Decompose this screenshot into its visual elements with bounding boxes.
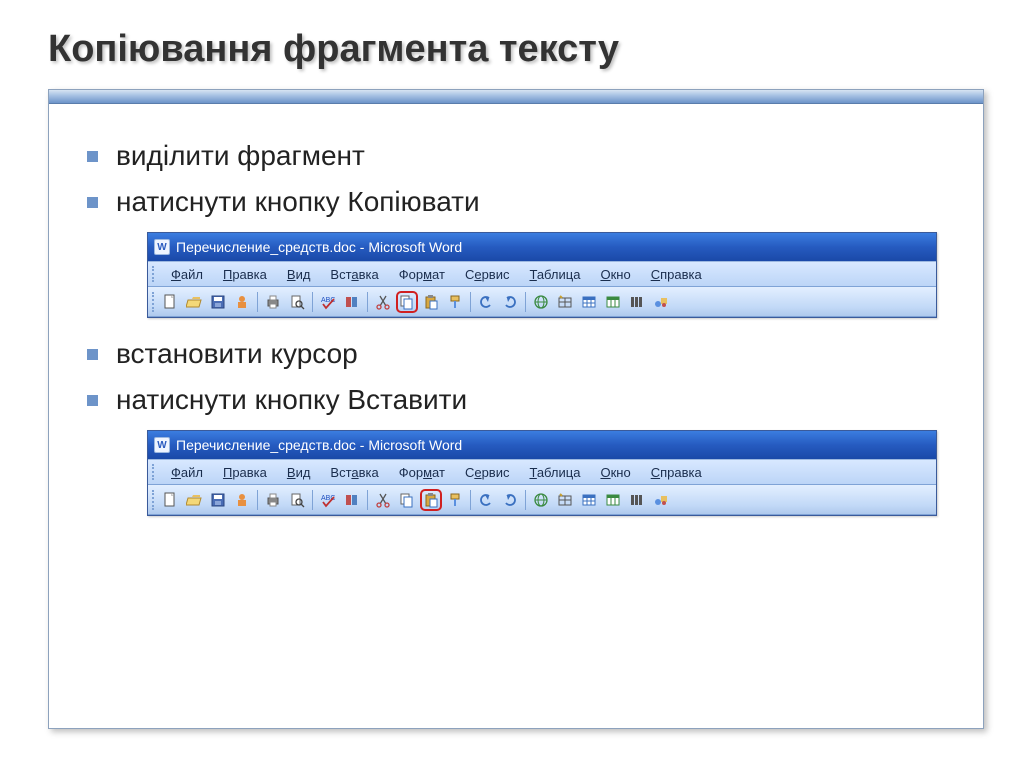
separator <box>312 490 313 510</box>
menu-edit[interactable]: Правка <box>213 463 277 482</box>
excel-icon[interactable] <box>602 489 624 511</box>
save-icon[interactable] <box>207 291 229 313</box>
bullet-item: натиснути кнопку Вставити <box>87 384 965 416</box>
preview-icon[interactable] <box>286 489 308 511</box>
bullet-item: виділити фрагмент <box>87 140 965 172</box>
print-icon[interactable] <box>262 291 284 313</box>
research-icon[interactable] <box>341 489 363 511</box>
menu-window[interactable]: Окно <box>590 463 640 482</box>
standard-toolbar: ABC <box>148 485 936 515</box>
research-icon[interactable] <box>341 291 363 313</box>
separator <box>525 292 526 312</box>
separator <box>470 490 471 510</box>
bullet-marker <box>87 395 98 406</box>
columns-icon[interactable] <box>626 489 648 511</box>
preview-icon[interactable] <box>286 291 308 313</box>
menu-help[interactable]: Справка <box>641 463 712 482</box>
new-doc-icon[interactable] <box>159 489 181 511</box>
separator <box>470 292 471 312</box>
menu-bar: Файл Правка Вид Вставка Формат Сервис Та… <box>148 459 936 485</box>
new-doc-icon[interactable] <box>159 291 181 313</box>
bullet-item: натиснути кнопку Копіювати <box>87 186 965 218</box>
menu-insert[interactable]: Вставка <box>320 265 388 284</box>
paste-icon[interactable] <box>420 489 442 511</box>
bullet-marker <box>87 151 98 162</box>
columns-icon[interactable] <box>626 291 648 313</box>
insert-table-icon[interactable] <box>578 489 600 511</box>
word-window-paste: W Перечисление_средств.doc - Microsoft W… <box>147 430 937 516</box>
separator <box>525 490 526 510</box>
bullet-text: натиснути кнопку Вставити <box>116 384 467 416</box>
menu-format[interactable]: Формат <box>389 463 455 482</box>
menu-help[interactable]: Справка <box>641 265 712 284</box>
spelling-icon[interactable]: ABC <box>317 291 339 313</box>
redo-icon[interactable] <box>499 291 521 313</box>
menu-window[interactable]: Окно <box>590 265 640 284</box>
bullet-text: виділити фрагмент <box>116 140 365 172</box>
separator <box>367 292 368 312</box>
window-title: Перечисление_средств.doc - Microsoft Wor… <box>176 437 462 453</box>
print-icon[interactable] <box>262 489 284 511</box>
window-title: Перечисление_средств.doc - Microsoft Wor… <box>176 239 462 255</box>
separator <box>257 292 258 312</box>
format-painter-icon[interactable] <box>444 291 466 313</box>
tables-borders-icon[interactable] <box>554 489 576 511</box>
content-frame: виділити фрагмент натиснути кнопку Копію… <box>48 89 984 729</box>
bullet-item: встановити курсор <box>87 338 965 370</box>
open-icon[interactable] <box>183 489 205 511</box>
cut-icon[interactable] <box>372 291 394 313</box>
frame-decor-top <box>49 90 983 104</box>
copy-icon[interactable] <box>396 489 418 511</box>
tables-borders-icon[interactable] <box>554 291 576 313</box>
menu-table[interactable]: Таблица <box>519 265 590 284</box>
menu-bar: Файл Правка Вид Вставка Формат Сервис Та… <box>148 261 936 287</box>
format-painter-icon[interactable] <box>444 489 466 511</box>
title-bar: W Перечисление_средств.doc - Microsoft W… <box>148 233 936 261</box>
bullet-marker <box>87 349 98 360</box>
paste-icon[interactable] <box>420 291 442 313</box>
excel-icon[interactable] <box>602 291 624 313</box>
redo-icon[interactable] <box>499 489 521 511</box>
undo-icon[interactable] <box>475 489 497 511</box>
cut-icon[interactable] <box>372 489 394 511</box>
hyperlink-icon[interactable] <box>530 291 552 313</box>
menu-file[interactable]: Файл <box>161 463 213 482</box>
word-window-copy: W Перечисление_средств.doc - Microsoft W… <box>147 232 937 318</box>
menu-view[interactable]: Вид <box>277 463 321 482</box>
menu-view[interactable]: Вид <box>277 265 321 284</box>
insert-table-icon[interactable] <box>578 291 600 313</box>
separator <box>312 292 313 312</box>
grip-icon <box>152 464 155 480</box>
menu-edit[interactable]: Правка <box>213 265 277 284</box>
standard-toolbar: ABC <box>148 287 936 317</box>
grip-icon <box>152 490 155 510</box>
bullet-text: встановити курсор <box>116 338 358 370</box>
grip-icon <box>152 292 155 312</box>
menu-file[interactable]: Файл <box>161 265 213 284</box>
word-icon: W <box>154 437 170 453</box>
bullet-marker <box>87 197 98 208</box>
menu-tools[interactable]: Сервис <box>455 463 520 482</box>
slide-title: Копіювання фрагмента тексту <box>48 28 984 71</box>
title-bar: W Перечисление_средств.doc - Microsoft W… <box>148 431 936 459</box>
permission-icon[interactable] <box>231 291 253 313</box>
spelling-icon[interactable]: ABC <box>317 489 339 511</box>
separator <box>367 490 368 510</box>
copy-icon[interactable] <box>396 291 418 313</box>
separator <box>257 490 258 510</box>
drawing-icon[interactable] <box>650 489 672 511</box>
word-icon: W <box>154 239 170 255</box>
drawing-icon[interactable] <box>650 291 672 313</box>
menu-table[interactable]: Таблица <box>519 463 590 482</box>
save-icon[interactable] <box>207 489 229 511</box>
menu-format[interactable]: Формат <box>389 265 455 284</box>
permission-icon[interactable] <box>231 489 253 511</box>
grip-icon <box>152 266 155 282</box>
hyperlink-icon[interactable] <box>530 489 552 511</box>
undo-icon[interactable] <box>475 291 497 313</box>
menu-insert[interactable]: Вставка <box>320 463 388 482</box>
menu-tools[interactable]: Сервис <box>455 265 520 284</box>
bullet-text: натиснути кнопку Копіювати <box>116 186 480 218</box>
open-icon[interactable] <box>183 291 205 313</box>
